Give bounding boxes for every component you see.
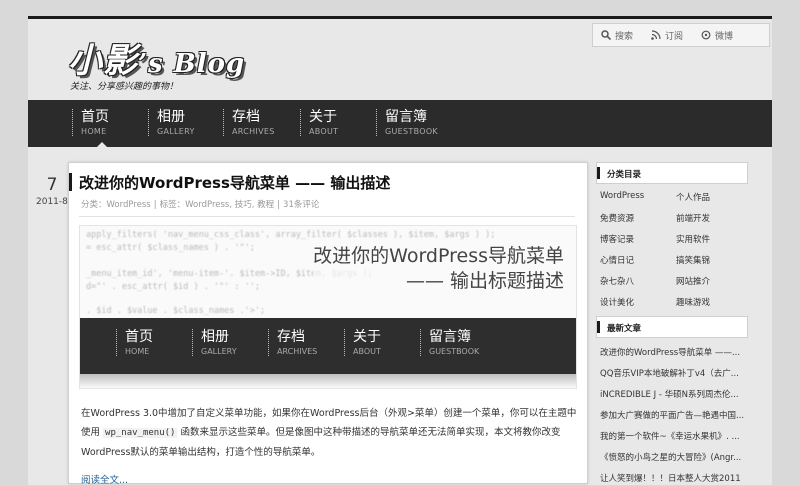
- logo-main: 小影: [68, 41, 138, 81]
- recent-post-link[interactable]: 我的第一个软件~《幸运水果机》. ...: [600, 430, 770, 442]
- excerpt-code: wp_nav_menu(): [103, 428, 178, 438]
- category-link[interactable]: 前端开发: [676, 212, 710, 224]
- thumb-nav-cn: 存档: [277, 329, 305, 345]
- nav-item-home[interactable]: 首页 HOME: [72, 109, 109, 136]
- thumb-nav-cn: 相册: [201, 329, 229, 345]
- nav-item-archives[interactable]: 存档 ARCHIVES: [223, 109, 275, 136]
- site-logo[interactable]: 小影’s Blog: [68, 33, 245, 82]
- post-excerpt: 在WordPress 3.0中增加了自定义菜单功能，如果你在WordPress后…: [81, 404, 577, 462]
- category-link[interactable]: 免费资源: [600, 212, 634, 224]
- title-accent-bar: [69, 173, 72, 191]
- nav-active-caret: [96, 142, 108, 148]
- thumb-nav-item: 存档 ARCHIVES: [268, 329, 317, 356]
- thumb-nav-en: GALLERY: [201, 347, 237, 356]
- thumb-nav-cn: 关于: [353, 329, 381, 345]
- thumb-code-line: . $id . $value . $class_names .'>';: [86, 306, 266, 316]
- thumb-nav-en: ABOUT: [353, 347, 381, 356]
- post-title[interactable]: 改进你的WordPress导航菜单 —— 输出描述: [79, 172, 390, 193]
- read-more-link[interactable]: 阅读全文...: [81, 472, 128, 486]
- thumb-nav-item: 相册 GALLERY: [192, 329, 237, 356]
- search-icon: [601, 30, 611, 40]
- search-label: 搜索: [615, 31, 634, 42]
- thumb-nav-cn: 留言簿: [429, 329, 471, 345]
- category-link[interactable]: 杂七杂八: [600, 275, 634, 287]
- category-link[interactable]: 搞笑集锦: [676, 254, 710, 266]
- recent-post-link[interactable]: 让人笑到爆！！！日本整人大赏2011: [600, 472, 770, 484]
- nav-item-about[interactable]: 关于 ABOUT: [300, 109, 338, 136]
- nav-label-en: GUESTBOOK: [385, 127, 438, 136]
- recent-post-link[interactable]: QQ音乐VIP本地破解补丁v4（去广...: [600, 367, 770, 379]
- sidebar-recent-title: 最新文章: [607, 324, 642, 334]
- category-link[interactable]: 设计美化: [600, 296, 634, 308]
- category-link[interactable]: WordPress: [600, 191, 644, 201]
- thumb-code-line: apply_filters( 'nav_menu_css_class', arr…: [86, 230, 496, 240]
- nav-label-en: GALLERY: [157, 127, 195, 136]
- post-date-year-month: 2011-8: [36, 197, 68, 207]
- thumb-headline: 改进你的WordPress导航菜单 —— 输出标题描述: [313, 244, 564, 294]
- nav-label-cn: 关于: [309, 109, 337, 125]
- nav-label-en: ABOUT: [309, 127, 339, 136]
- thumb-nav-preview: 首页 HOME 相册 GALLERY 存档 ARCHIVES 关于 ABOUT 留言簿 G…: [80, 318, 576, 374]
- nav-item-gallery[interactable]: 相册 GALLERY: [148, 109, 195, 136]
- thumb-nav-item: 关于 ABOUT: [344, 329, 381, 356]
- category-link[interactable]: 博客记录: [600, 233, 634, 245]
- thumb-code-line: d="' . esc_attr( $id ) . '"' : '';: [86, 282, 260, 292]
- meta-tags-prefix: 标签：: [159, 200, 186, 210]
- main-nav: 首页 HOME 相册 GALLERY 存档 ARCHIVES 关于 ABOUT …: [28, 100, 772, 147]
- thumb-headline-line2: —— 输出标题描述: [405, 270, 564, 292]
- meta-comments-link[interactable]: 31条评论: [283, 200, 319, 210]
- weibo-link[interactable]: 微博: [701, 29, 733, 42]
- rss-icon: [651, 30, 661, 40]
- recent-post-link[interactable]: 参加大广赛做的平面广告—艳遇中国...: [600, 409, 770, 421]
- post-date-day: 7: [46, 175, 58, 195]
- nav-label-cn: 首页: [81, 109, 109, 125]
- category-link[interactable]: 个人作品: [676, 191, 710, 203]
- thumb-nav-item: 首页 HOME: [116, 329, 153, 356]
- site-tagline: 关注、分享感兴趣的事物！: [70, 82, 179, 92]
- meta-separator: |: [277, 200, 281, 210]
- recent-post-link[interactable]: 《愤怒的小鸟之星的大冒险》(Angr...: [600, 451, 770, 463]
- thumb-code-line: = esc_attr( $class_names ) . '"';: [86, 243, 255, 253]
- category-link[interactable]: 趣味游戏: [676, 296, 710, 308]
- post-divider: [79, 216, 575, 217]
- utility-bar: 搜索 订阅 微博: [592, 23, 770, 47]
- search-link[interactable]: 搜索: [601, 29, 633, 42]
- nav-label-en: ARCHIVES: [232, 127, 275, 136]
- meta-category-link[interactable]: WordPress: [107, 200, 151, 210]
- post-thumbnail[interactable]: apply_filters( 'nav_menu_css_class', arr…: [79, 225, 577, 389]
- logo-suffix: ’s Blog: [138, 49, 246, 79]
- category-link[interactable]: 实用软件: [676, 233, 710, 245]
- category-link[interactable]: 心情日记: [600, 254, 634, 266]
- nav-label-cn: 相册: [157, 109, 185, 125]
- sidebar-recent-header: 最新文章: [596, 316, 748, 338]
- thumb-shadow: [80, 374, 576, 388]
- sidebar-categories-header: 分类目录: [596, 162, 748, 184]
- sidebar-accent-bar: [597, 321, 600, 333]
- nav-label-cn: 留言簿: [385, 109, 427, 125]
- category-link[interactable]: 网站推介: [676, 275, 710, 287]
- post-card: 改进你的WordPress导航菜单 —— 输出描述 分类：WordPress | 标…: [68, 162, 588, 486]
- sidebar-accent-bar: [597, 167, 600, 179]
- post-meta: 分类：WordPress | 标签：WordPress, 技巧, 教程 | 31条评论: [81, 198, 319, 210]
- meta-separator: |: [153, 200, 157, 210]
- page: 小影’s Blog 关注、分享感兴趣的事物！ 搜索 订阅 微博 首页 HOME: [28, 19, 772, 486]
- subscribe-label: 订阅: [665, 31, 684, 42]
- thumb-nav-item: 留言簿 GUESTBOOK: [420, 329, 479, 356]
- recent-post-link[interactable]: iNCREDIBLE J - 华硕N系列周杰伦...: [600, 388, 770, 400]
- sidebar-categories-title: 分类目录: [607, 170, 642, 180]
- weibo-label: 微博: [715, 31, 734, 42]
- thumb-headline-line1: 改进你的WordPress导航菜单: [313, 245, 564, 267]
- nav-label-cn: 存档: [232, 109, 260, 125]
- meta-category-prefix: 分类：: [81, 200, 107, 210]
- thumb-nav-en: HOME: [125, 347, 150, 356]
- weibo-icon: [701, 30, 711, 40]
- thumb-nav-en: ARCHIVES: [277, 347, 318, 356]
- thumb-nav-en: GUESTBOOK: [429, 347, 480, 356]
- subscribe-link[interactable]: 订阅: [651, 29, 683, 42]
- recent-post-link[interactable]: 改进你的WordPress导航菜单 ——...: [600, 346, 770, 358]
- nav-item-guestbook[interactable]: 留言簿 GUESTBOOK: [376, 109, 438, 136]
- meta-tags-link[interactable]: WordPress, 技巧, 教程: [185, 200, 274, 210]
- thumb-nav-cn: 首页: [125, 329, 153, 345]
- nav-label-en: HOME: [81, 127, 107, 136]
